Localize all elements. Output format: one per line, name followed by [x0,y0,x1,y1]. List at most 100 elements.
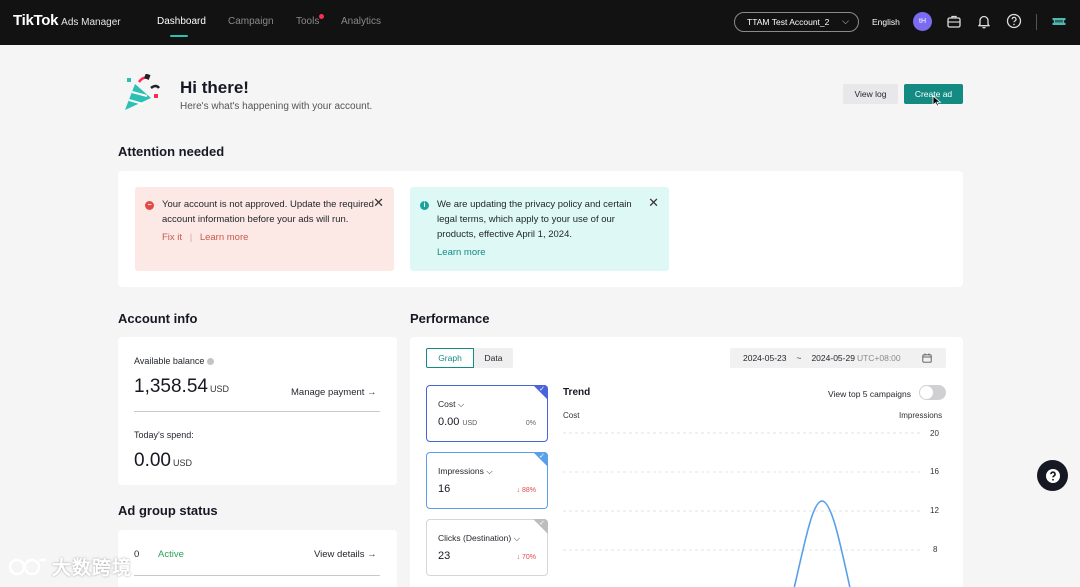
metric-value: 16 [438,483,450,495]
account-selector[interactable]: TTAM Test Account_2 ⌵ [734,12,859,32]
available-balance-text: Available balance [134,356,205,366]
manage-payment-link[interactable]: Manage payment → [291,387,377,398]
date-separator: ~ [796,353,802,363]
alert-links: Fix it | Learn more [162,230,378,245]
spend-unit: USD [172,458,192,468]
nav-tools[interactable]: Tools [296,16,319,27]
trend-chart [563,432,920,587]
impressions-line [793,500,851,587]
language-selector[interactable]: English [872,17,900,27]
brand-logo[interactable]: TikTok Ads Manager [13,12,121,29]
learn-more-link[interactable]: Learn more [200,232,249,243]
metric-value: 0.00 USD [438,416,477,428]
chevron-down-icon: ⌵ [457,399,465,409]
alert-text: Your account is not approved. Update the… [162,199,374,225]
briefcase-icon[interactable] [946,13,962,29]
balance-amount: 1,358.54 [134,376,208,397]
nav-campaign[interactable]: Campaign [228,16,274,27]
view-details-link[interactable]: View details → [314,549,377,560]
mouse-cursor-icon [932,95,942,107]
balance-unit: USD [209,384,229,394]
nav-active-indicator [170,35,188,37]
account-name: TTAM Test Account_2 [747,17,830,27]
attention-title: Attention needed [118,144,225,159]
watermark-logo-icon [8,558,46,575]
metric-value-text: 0.00 [438,416,460,428]
left-axis-label: Cost [563,411,580,420]
check-icon: ✓ [539,520,545,527]
metric-delta: ↓ 88% [516,487,536,494]
todays-spend-label: Today's spend: [134,430,194,440]
metric-name-text: Cost [438,399,456,409]
timezone: UTC+08:00 [856,353,901,363]
question-icon [1045,468,1060,483]
fix-it-link[interactable]: Fix it [162,232,182,243]
party-popper-icon [125,74,160,110]
metric-unit: USD [462,420,478,427]
metric-value: 23 [438,550,450,562]
brand-sub: Ads Manager [61,17,121,28]
help-icon[interactable] [1006,13,1022,29]
metric-delta: 0% [525,420,536,427]
trend-title: Trend [563,387,591,398]
close-icon[interactable]: ✕ [648,196,659,209]
view-toggle: Graph Data [426,348,513,368]
performance-card: Graph Data 2024-05-23 ~ 2024-05-29 UTC+0… [410,337,963,587]
performance-title: Performance [410,311,490,326]
metric-card-clicks[interactable]: ✓ Clicks (Destination) ⌵ 23 ↓ 70% [426,519,548,576]
info-icon: i [420,201,429,210]
error-icon: − [145,201,154,210]
tab-data[interactable]: Data [474,348,513,368]
greeting-title: Hi there! [180,78,249,97]
account-info-card: Available balance 1,358.54 USD Manage pay… [118,337,397,485]
topbar-divider [1036,14,1037,30]
top-campaigns-label: View top 5 campaigns [828,389,912,399]
toggle-knob [920,386,933,399]
ticket-icon[interactable] [1051,13,1067,29]
ad-group-status-card: 0 Active View details → [118,530,397,587]
check-icon: ✓ [539,453,545,460]
metric-name[interactable]: Impressions ⌵ [438,466,493,477]
metric-name[interactable]: Clicks (Destination) ⌵ [438,533,520,544]
attention-card: − Your account is not approved. Update t… [118,171,963,287]
watermark-text: 大数跨境 [52,558,133,579]
privacy-policy-alert: i We are updating the privacy policy and… [410,187,669,271]
chevron-down-icon: ⌵ [513,533,521,543]
divider [134,411,380,412]
tab-graph[interactable]: Graph [426,348,474,368]
learn-more-link[interactable]: Learn more [437,247,486,258]
info-icon[interactable] [207,358,215,366]
status-badge: Active [158,549,184,560]
greeting-subtitle: Here's what's happening with your accoun… [180,101,373,112]
metric-name[interactable]: Cost ⌵ [438,399,464,410]
chevron-down-icon: ⌵ [842,16,849,26]
avatar[interactable]: tH [913,12,932,31]
metric-name-text: Impressions [438,466,484,476]
top-nav-bar: TikTok Ads Manager Dashboard Campaign To… [0,0,1080,45]
bell-icon[interactable] [976,13,992,29]
right-axis-label: Impressions [899,411,943,420]
metric-card-impressions[interactable]: ✓ Impressions ⌵ 16 ↓ 88% [426,452,548,509]
metric-name-text: Clicks (Destination) [438,533,512,543]
ad-group-status-title: Ad group status [118,503,218,518]
spend-amount: 0.00 [134,450,171,471]
nav-analytics[interactable]: Analytics [341,16,381,27]
close-icon[interactable]: ✕ [373,196,384,209]
available-balance-label: Available balance [134,356,215,366]
alert-links: Learn more [437,245,653,260]
metric-card-cost[interactable]: ✓ Cost ⌵ 0.00 USD 0% [426,385,548,442]
link-divider: | [189,232,193,243]
view-log-button[interactable]: View log [843,84,898,104]
top-campaigns-toggle[interactable] [919,385,946,400]
alert-text: We are updating the privacy policy and c… [437,199,632,240]
date-start: 2024-05-23 [743,353,787,363]
active-ad-group-count: 0 [134,549,140,560]
metric-value-text: 23 [438,550,451,562]
date-range-picker[interactable]: 2024-05-23 ~ 2024-05-29 UTC+08:00 [730,348,946,368]
available-balance-value: 1,358.54 USD [134,376,229,398]
brand-name: TikTok [13,12,59,29]
account-info-title: Account info [118,311,198,326]
account-not-approved-alert: − Your account is not approved. Update t… [135,187,394,271]
help-chat-button[interactable] [1037,460,1068,491]
nav-dashboard[interactable]: Dashboard [157,16,206,27]
